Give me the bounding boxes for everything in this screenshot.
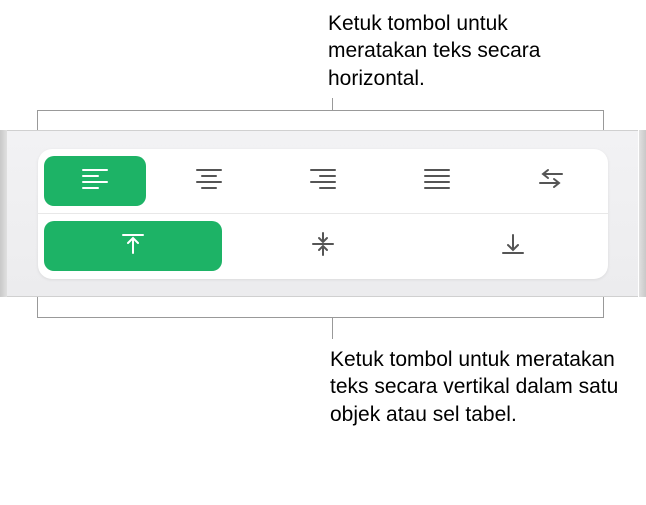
align-middle-button[interactable]	[234, 221, 412, 271]
callout-connector	[603, 110, 604, 130]
alignment-controls	[38, 149, 608, 279]
callout-connector	[37, 297, 38, 317]
align-top-icon	[118, 232, 148, 261]
panel-shadow	[0, 130, 7, 297]
align-justify-icon	[422, 166, 452, 195]
alignment-panel	[7, 130, 638, 297]
align-center-icon	[194, 166, 224, 195]
align-bottom-button[interactable]	[424, 221, 602, 271]
align-left-icon	[80, 166, 110, 195]
align-left-button[interactable]	[44, 156, 146, 206]
vertical-alignment-row	[38, 214, 608, 279]
callout-connector	[603, 297, 604, 317]
callout-connector	[37, 317, 604, 349]
text-direction-icon	[536, 166, 566, 195]
align-justify-button[interactable]	[386, 156, 488, 206]
callout-vertical-label: Ketuk tombol untuk meratakan teks secara…	[330, 346, 620, 428]
callout-horizontal-label: Ketuk tombol untuk meratakan teks secara…	[328, 10, 608, 92]
align-right-icon	[308, 166, 338, 195]
panel-shadow	[639, 130, 646, 297]
text-direction-button[interactable]	[500, 156, 602, 206]
align-top-button[interactable]	[44, 221, 222, 271]
align-middle-icon	[308, 232, 338, 261]
align-bottom-icon	[498, 232, 528, 261]
align-center-button[interactable]	[158, 156, 260, 206]
callout-connector	[37, 110, 38, 130]
horizontal-alignment-row	[38, 149, 608, 214]
callout-connector	[37, 98, 604, 130]
align-right-button[interactable]	[272, 156, 374, 206]
